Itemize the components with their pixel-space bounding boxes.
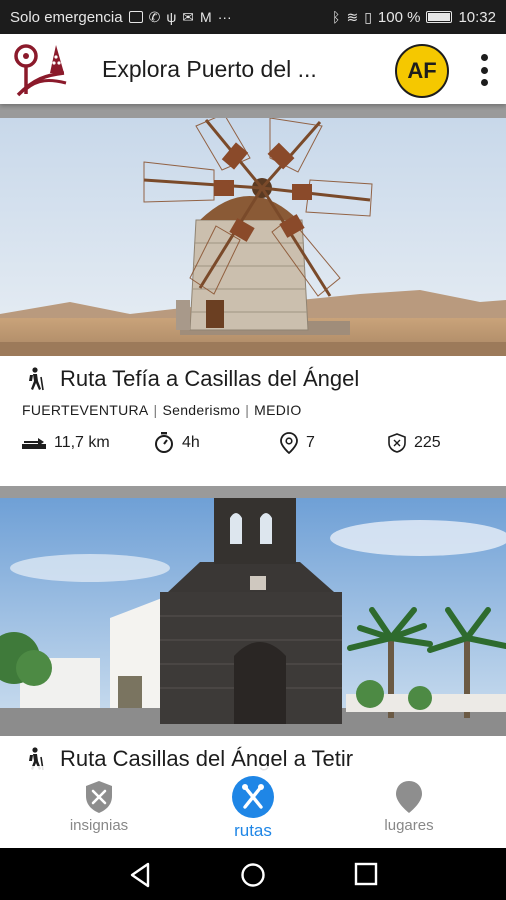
usb-icon: ψ xyxy=(166,9,177,25)
badge-shield-icon xyxy=(388,433,406,453)
map-pin-outline-icon xyxy=(280,432,298,454)
bluetooth-icon: ᛒ xyxy=(332,9,341,25)
app-logo-icon[interactable] xyxy=(12,39,72,99)
nav-label-lugares: lugares xyxy=(384,817,434,834)
nav-label-rutas: rutas xyxy=(234,821,272,840)
route-difficulty: MEDIO xyxy=(254,402,302,418)
route-places: 7 xyxy=(280,432,388,454)
route-photo-church xyxy=(0,498,506,736)
battery-icon xyxy=(426,11,453,23)
back-icon[interactable] xyxy=(128,862,152,888)
route-island: FUERTEVENTURA xyxy=(22,402,149,418)
route-title: Ruta Tefía a Casillas del Ángel xyxy=(60,366,360,391)
bottom-navigation: insignias rutas lugares xyxy=(0,766,506,848)
status-bar: Solo emergencia ✆ ψ ✉ M ··· ᛒ ≋ ▯ 100 % … xyxy=(0,0,506,34)
wifi-icon: ≋ xyxy=(346,8,359,25)
routes-list[interactable]: Ruta Tefía a Casillas del Ángel FUERTEVE… xyxy=(0,104,506,848)
image-notification-icon xyxy=(128,11,143,23)
route-duration: 4h xyxy=(154,432,280,454)
map-pin-icon xyxy=(396,781,422,813)
nav-tab-rutas[interactable]: rutas xyxy=(218,776,288,841)
user-avatar[interactable]: AF xyxy=(395,44,449,98)
app-bar: Explora Puerto del ... AF xyxy=(0,34,506,104)
timer-icon xyxy=(155,432,173,453)
nav-tab-insignias[interactable]: insignias xyxy=(62,780,136,834)
route-stats: 11,7 km 4h 7 225 xyxy=(0,418,506,454)
route-icon xyxy=(232,776,274,818)
carrier-text: Solo emergencia xyxy=(10,8,123,26)
more-vert-icon[interactable] xyxy=(476,54,492,86)
gmail-icon: M xyxy=(200,9,212,25)
sim-icon: ▯ xyxy=(364,8,372,25)
system-navigation-bar xyxy=(0,848,506,900)
whatsapp-notification-icon: ✆ xyxy=(148,8,161,25)
battery-percent: 100 % xyxy=(377,8,421,26)
nav-tab-lugares[interactable]: lugares xyxy=(372,780,446,834)
clock: 10:32 xyxy=(458,8,496,26)
route-distance: 11,7 km xyxy=(22,434,154,452)
route-meta: FUERTEVENTURA | Senderismo | MEDIO xyxy=(22,402,302,418)
route-card[interactable]: Ruta Tefía a Casillas del Ángel FUERTEVE… xyxy=(0,118,506,486)
more-notifications-icon: ··· xyxy=(217,9,232,25)
route-points: 225 xyxy=(388,433,441,453)
home-icon[interactable] xyxy=(240,862,266,888)
nav-label-insignias: insignias xyxy=(69,817,129,834)
distance-icon xyxy=(22,438,46,449)
route-activity: Senderismo xyxy=(162,402,241,418)
shield-tools-icon xyxy=(86,781,112,813)
hiking-icon xyxy=(29,367,44,391)
recents-icon[interactable] xyxy=(354,862,378,886)
mail-icon: ✉ xyxy=(182,8,195,25)
route-photo-windmill xyxy=(0,118,506,356)
app-title: Explora Puerto del ... xyxy=(102,55,317,82)
